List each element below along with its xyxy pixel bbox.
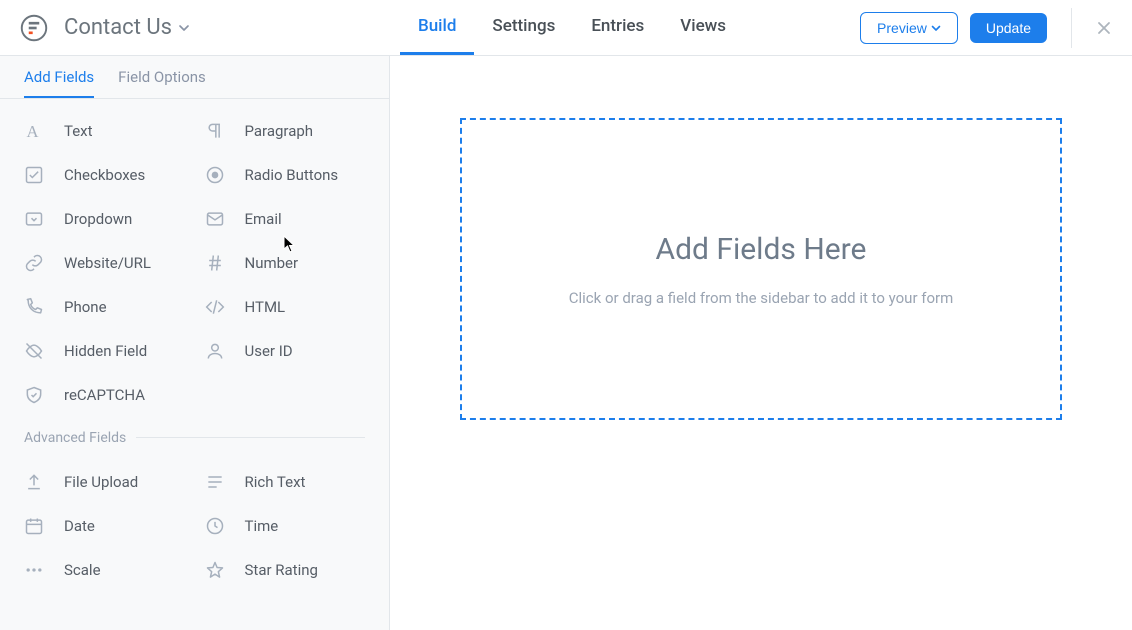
field-label: Number xyxy=(245,254,299,272)
field-dropdown[interactable]: Dropdown xyxy=(14,197,195,241)
update-button[interactable]: Update xyxy=(970,13,1047,43)
advanced-fields-separator: Advanced Fields xyxy=(0,427,389,446)
field-label: Hidden Field xyxy=(64,342,147,360)
shield-icon xyxy=(24,385,44,405)
field-email[interactable]: Email xyxy=(195,197,376,241)
drop-zone-title: Add Fields Here xyxy=(656,232,867,267)
field-radio-buttons[interactable]: Radio Buttons xyxy=(195,153,376,197)
advanced-fields-grid: File Upload Rich Text Date Time Scale St… xyxy=(0,450,389,596)
drop-zone[interactable]: Add Fields Here Click or drag a field fr… xyxy=(460,118,1062,420)
field-star-rating[interactable]: Star Rating xyxy=(195,548,376,592)
upload-icon xyxy=(24,472,44,492)
link-icon xyxy=(24,253,44,273)
star-icon xyxy=(205,560,225,580)
field-label: Checkboxes xyxy=(64,166,145,184)
field-file-upload[interactable]: File Upload xyxy=(14,460,195,504)
header-actions: Preview Update xyxy=(860,8,1112,48)
tab-settings[interactable]: Settings xyxy=(474,0,573,55)
phone-icon xyxy=(24,297,44,317)
field-number[interactable]: Number xyxy=(195,241,376,285)
field-paragraph[interactable]: Paragraph xyxy=(195,109,376,153)
sidebar: Add Fields Field Options A Text Paragrap… xyxy=(0,56,390,630)
radio-icon xyxy=(205,165,225,185)
field-label: Phone xyxy=(64,298,107,316)
clock-icon xyxy=(205,516,225,536)
code-icon xyxy=(205,297,225,317)
field-label: File Upload xyxy=(64,473,138,491)
app-header: Contact Us Build Settings Entries Views … xyxy=(0,0,1132,56)
form-title: Contact Us xyxy=(64,15,172,40)
svg-text:A: A xyxy=(27,122,39,141)
calendar-icon xyxy=(24,516,44,536)
number-icon xyxy=(205,253,225,273)
tab-entries[interactable]: Entries xyxy=(573,0,662,55)
preview-button[interactable]: Preview xyxy=(860,12,958,44)
field-label: Scale xyxy=(64,561,101,579)
field-recaptcha[interactable]: reCAPTCHA xyxy=(14,373,195,417)
field-hidden-field[interactable]: Hidden Field xyxy=(14,329,195,373)
field-label: Star Rating xyxy=(245,561,318,579)
dropdown-icon xyxy=(24,209,44,229)
email-icon xyxy=(205,209,225,229)
field-label: User ID xyxy=(245,342,293,360)
close-button[interactable] xyxy=(1096,20,1112,36)
field-label: Dropdown xyxy=(64,210,132,228)
field-website-url[interactable]: Website/URL xyxy=(14,241,195,285)
separator xyxy=(1071,8,1072,48)
tab-views[interactable]: Views xyxy=(662,0,744,55)
field-label: Time xyxy=(245,517,279,535)
field-time[interactable]: Time xyxy=(195,504,376,548)
field-phone[interactable]: Phone xyxy=(14,285,195,329)
sidebar-tab-field-options[interactable]: Field Options xyxy=(118,68,206,98)
basic-fields-grid: A Text Paragraph Checkboxes Radio Button… xyxy=(0,99,389,421)
field-label: Date xyxy=(64,517,95,535)
form-canvas: Add Fields Here Click or drag a field fr… xyxy=(390,56,1132,630)
field-label: Rich Text xyxy=(245,473,306,491)
sidebar-tabs: Add Fields Field Options xyxy=(0,56,389,99)
field-html[interactable]: HTML xyxy=(195,285,376,329)
field-label: Paragraph xyxy=(245,122,314,140)
checkbox-icon xyxy=(24,165,44,185)
app-logo-icon xyxy=(20,14,48,42)
sidebar-tab-add-fields[interactable]: Add Fields xyxy=(24,68,94,98)
field-user-id[interactable]: User ID xyxy=(195,329,376,373)
close-icon xyxy=(1096,20,1112,36)
field-label: Text xyxy=(64,122,93,140)
chevron-down-icon xyxy=(178,22,190,34)
field-checkboxes[interactable]: Checkboxes xyxy=(14,153,195,197)
drop-zone-subtitle: Click or drag a field from the sidebar t… xyxy=(569,289,954,307)
rich-text-icon xyxy=(205,472,225,492)
field-label: Website/URL xyxy=(64,254,151,272)
eye-off-icon xyxy=(24,341,44,361)
field-label: Radio Buttons xyxy=(245,166,339,184)
tab-build[interactable]: Build xyxy=(400,0,474,55)
field-label: reCAPTCHA xyxy=(64,386,145,404)
chevron-down-icon xyxy=(931,23,941,33)
scale-icon xyxy=(24,560,44,580)
form-title-dropdown[interactable]: Contact Us xyxy=(64,15,190,40)
field-text[interactable]: A Text xyxy=(14,109,195,153)
field-label: HTML xyxy=(245,298,286,316)
field-scale[interactable]: Scale xyxy=(14,548,195,592)
field-label: Email xyxy=(245,210,282,228)
paragraph-icon xyxy=(205,121,225,141)
field-rich-text[interactable]: Rich Text xyxy=(195,460,376,504)
main-tabs: Build Settings Entries Views xyxy=(400,0,744,55)
user-icon xyxy=(205,341,225,361)
text-icon: A xyxy=(24,121,44,141)
field-date[interactable]: Date xyxy=(14,504,195,548)
